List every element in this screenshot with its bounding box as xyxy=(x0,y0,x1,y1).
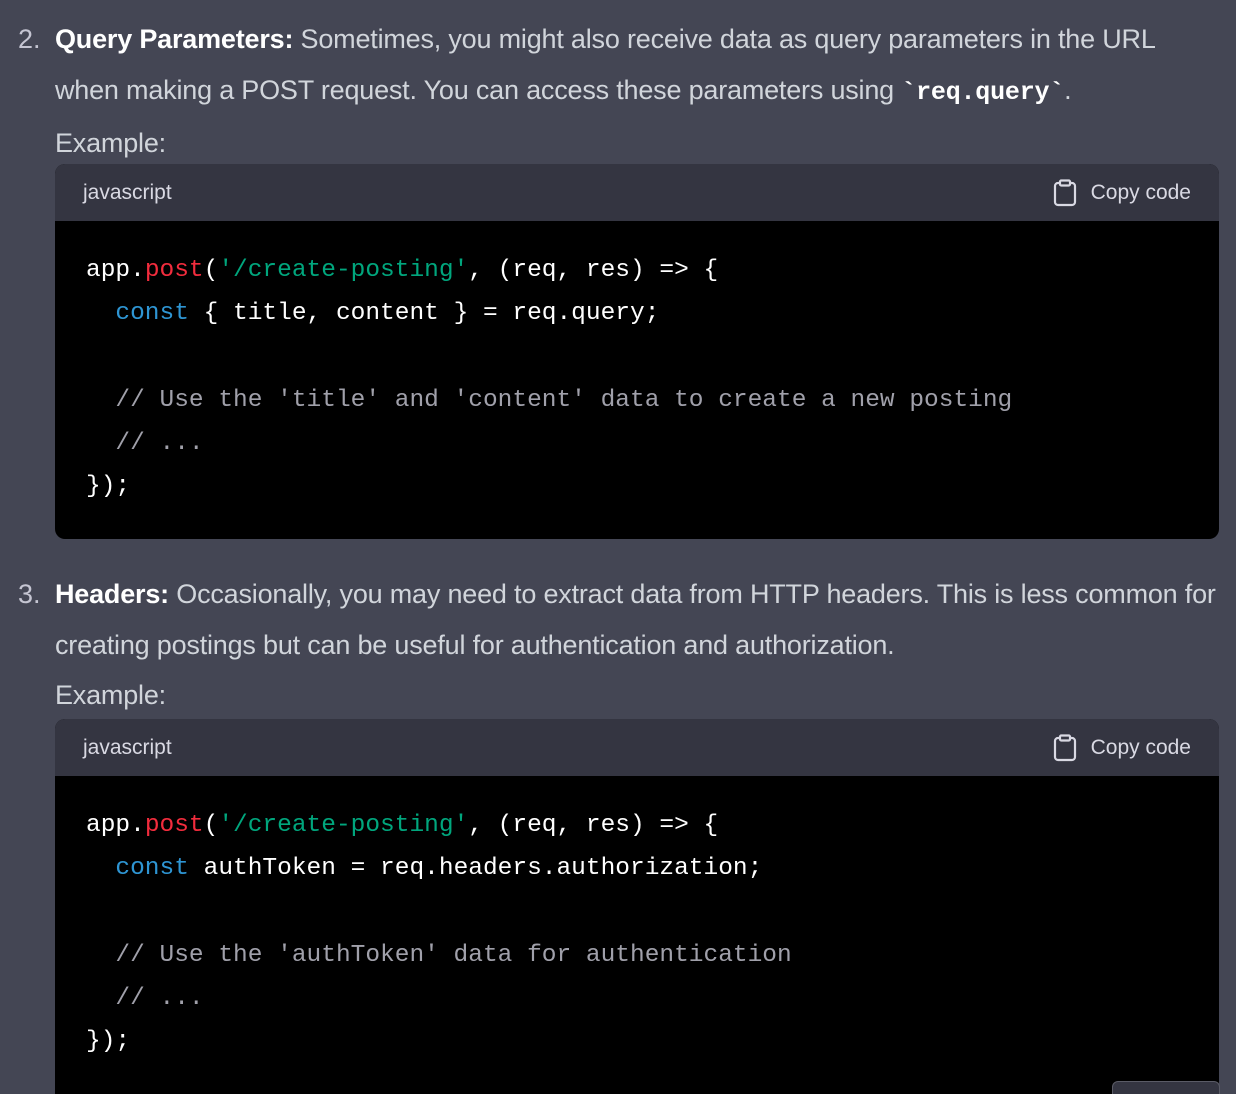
code-token: ( xyxy=(203,812,219,839)
code-token: app. xyxy=(86,812,145,839)
code-line: // Use the 'authToken' data for authenti… xyxy=(86,934,1188,977)
clipboard-icon xyxy=(1053,178,1077,207)
code-line: // ... xyxy=(86,422,1188,465)
code-language-label: javascript xyxy=(83,180,172,204)
code-block-header: javascript Copy code xyxy=(55,164,1219,221)
code-line: app.post('/create-posting', (req, res) =… xyxy=(86,249,1188,292)
item-title: Headers: xyxy=(55,579,169,609)
code-block-headers: javascript Copy code app.post('/create-p… xyxy=(55,719,1219,1094)
example-label: Example: xyxy=(55,680,166,710)
paragraph-headers: Headers: Occasionally, you may need to e… xyxy=(55,569,1225,721)
code-line: ​ xyxy=(86,336,1188,379)
code-token: , (req, res) => { xyxy=(468,257,719,284)
code-token: // ... xyxy=(115,985,204,1013)
list-number: 3. xyxy=(18,579,41,609)
code-line: }); xyxy=(86,1020,1188,1063)
code-token: post xyxy=(144,812,204,839)
item-title: Query Parameters: xyxy=(55,24,294,54)
code-token: post xyxy=(144,257,204,284)
code-content: app.post('/create-posting', (req, res) =… xyxy=(55,221,1219,509)
example-label: Example: xyxy=(55,128,166,158)
paragraph-query-parameters: Query Parameters: Sometimes, you might a… xyxy=(55,14,1225,169)
code-block-header: javascript Copy code xyxy=(55,719,1219,776)
item-text-after: . xyxy=(1064,74,1072,105)
code-token: , (req, res) => { xyxy=(468,812,719,839)
code-line: const authToken = req.headers.authorizat… xyxy=(86,847,1188,890)
code-token: }); xyxy=(86,1028,131,1056)
code-token: '/create-posting' xyxy=(218,812,469,839)
copy-code-button[interactable]: Copy code xyxy=(1053,178,1191,207)
floating-tab[interactable] xyxy=(1112,1081,1220,1094)
code-token: const xyxy=(115,855,189,883)
code-line: app.post('/create-posting', (req, res) =… xyxy=(86,804,1188,847)
inline-code: `req.query` xyxy=(901,77,1065,107)
clipboard-icon xyxy=(1053,733,1077,762)
code-token: // Use the 'authToken' data for authenti… xyxy=(115,941,792,969)
code-line: // Use the 'title' and 'content' data to… xyxy=(86,379,1188,422)
code-token: // ... xyxy=(115,430,204,458)
code-token: app. xyxy=(86,257,145,284)
code-token: ( xyxy=(203,257,219,284)
code-line: ​ xyxy=(86,891,1188,934)
code-line: const { title, content } = req.query; xyxy=(86,292,1188,335)
code-token: authToken = req.headers.authorization; xyxy=(188,855,763,883)
copy-code-label: Copy code xyxy=(1090,735,1191,759)
code-block-query: javascript Copy code app.post('/create-p… xyxy=(55,164,1219,539)
code-token: }); xyxy=(86,473,131,501)
code-token: const xyxy=(115,300,189,328)
copy-code-label: Copy code xyxy=(1090,180,1191,204)
code-content: app.post('/create-posting', (req, res) =… xyxy=(55,776,1219,1064)
code-token: '/create-posting' xyxy=(218,257,469,284)
list-number: 2. xyxy=(18,24,41,54)
code-token: { title, content } = req.query; xyxy=(188,300,660,328)
code-token: // Use the 'title' and 'content' data to… xyxy=(115,386,1013,414)
code-line: // ... xyxy=(86,977,1188,1020)
code-language-label: javascript xyxy=(83,735,172,759)
item-text: Occasionally, you may need to extract da… xyxy=(55,579,1216,660)
code-line: }); xyxy=(86,465,1188,508)
copy-code-button[interactable]: Copy code xyxy=(1053,733,1191,762)
